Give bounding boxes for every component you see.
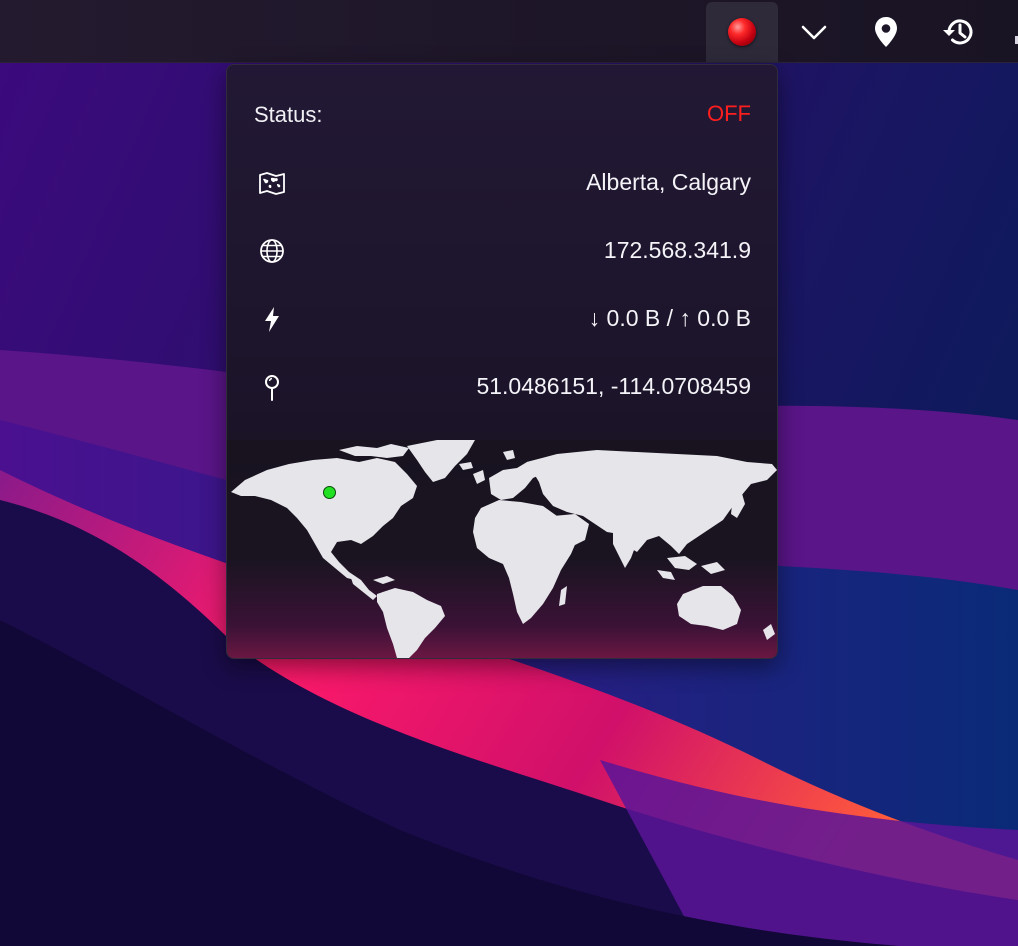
coordinates-value: 51.0486151, -114.0708459 xyxy=(476,373,751,399)
history-icon xyxy=(943,19,973,45)
traffic-row: ↓ 0.0 B / ↑ 0.0 B xyxy=(227,297,777,337)
traffic-value: ↓ 0.0 B / ↑ 0.0 B xyxy=(588,305,751,331)
globe-icon xyxy=(260,239,284,263)
vpn-status-panel: Status: OFF Alberta, Calgary 172.568.341… xyxy=(226,64,778,659)
pin-icon xyxy=(265,375,279,401)
red-orb-icon xyxy=(728,18,756,46)
expand-menu-button[interactable] xyxy=(778,2,850,62)
location-marker xyxy=(323,486,336,499)
status-row: Status: OFF xyxy=(227,93,777,133)
location-row: Alberta, Calgary xyxy=(227,161,777,201)
map-icon xyxy=(259,172,285,195)
world-map-land xyxy=(231,440,777,658)
map-pin-icon xyxy=(875,17,897,47)
location-value: Alberta, Calgary xyxy=(586,169,751,195)
ip-row: 172.568.341.9 xyxy=(227,229,777,269)
vpn-status-button[interactable] xyxy=(706,2,778,62)
lightning-icon xyxy=(265,307,279,332)
menu-bar xyxy=(0,0,1018,63)
status-value: OFF xyxy=(707,101,751,126)
chevron-down-icon xyxy=(801,25,827,40)
ip-address-value: 172.568.341.9 xyxy=(603,237,751,263)
history-button[interactable] xyxy=(922,2,994,62)
location-button[interactable] xyxy=(850,2,922,62)
coordinates-row: 51.0486151, -114.0708459 xyxy=(227,365,777,405)
connection-info: Status: OFF Alberta, Calgary 172.568.341… xyxy=(227,65,777,432)
status-label: Status: xyxy=(254,102,323,127)
world-map xyxy=(227,440,777,658)
